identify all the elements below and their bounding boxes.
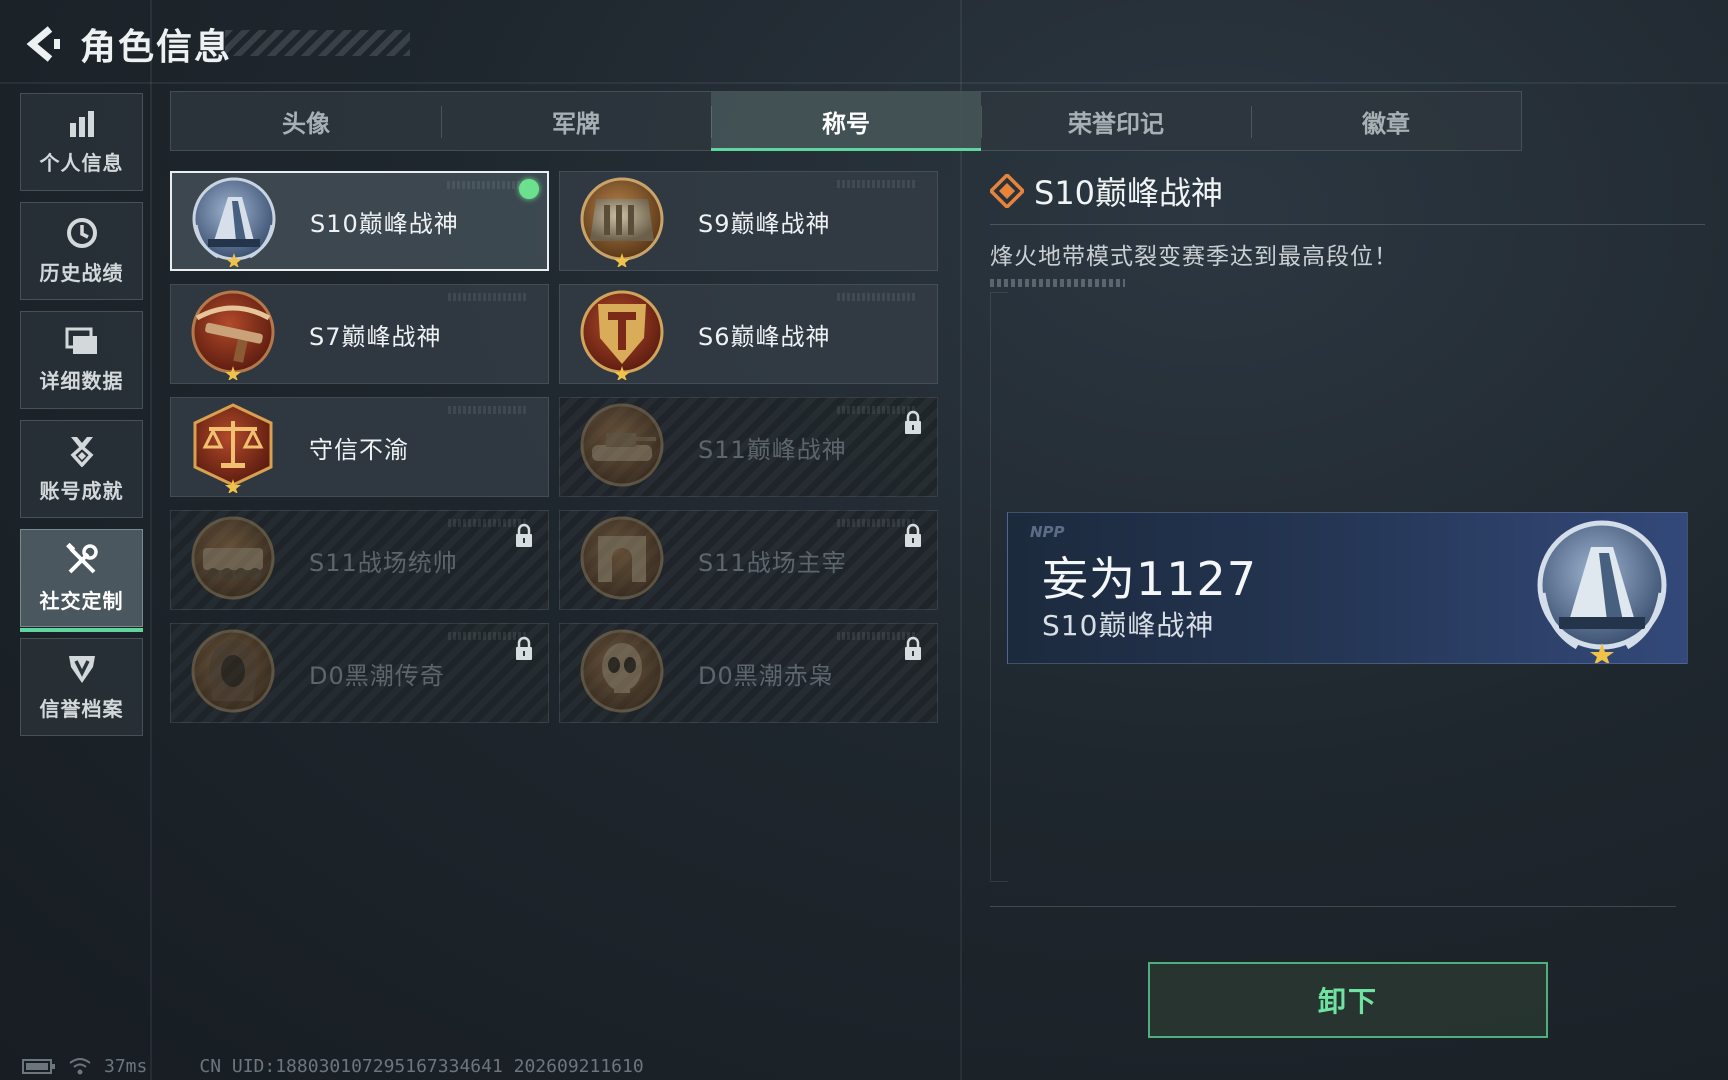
lock-icon [905, 410, 921, 434]
detail-description: 烽火地带模式裂变赛季达到最高段位！ [990, 244, 1398, 270]
title-card-keep-faith[interactable]: 守信不渝 [170, 397, 549, 497]
lock-icon [516, 523, 532, 547]
mountain-emblem-icon [192, 177, 276, 267]
title-card-s9-peak[interactable]: S9巅峰战神 [559, 171, 938, 271]
equipped-indicator [519, 179, 539, 199]
title-grid: S10巅峰战神 S9巅峰战神 S7巅峰战神 S6巅峰战神 守信不渝 S11巅峰战… [170, 171, 938, 723]
sidebar-item-label: 历史战绩 [39, 260, 124, 285]
title-card-s11-commander[interactable]: S11战场统帅 [170, 510, 549, 610]
dam-emblem-icon [580, 177, 664, 267]
title-card-s10-peak[interactable]: S10巅峰战神 [170, 171, 549, 271]
wifi-icon [69, 1058, 91, 1075]
tab-badge[interactable]: 徽章 [1251, 92, 1521, 150]
ping-text: 37ms [104, 1055, 148, 1077]
battery-icon [22, 1059, 55, 1074]
preview-frame [990, 292, 1008, 882]
title-name: S11战场统帅 [309, 548, 458, 577]
category-tabs: 头像 军牌 称号 荣誉印记 徽章 [170, 91, 1522, 151]
sidebar-item-detailed-data[interactable]: 详细数据 [20, 311, 143, 409]
sidebar-item-label: 个人信息 [39, 150, 124, 175]
sidebar: 个人信息 历史战绩 详细数据 账号成就 社交定制 信誉档案 [20, 93, 143, 747]
title-name: S7巅峰战神 [309, 322, 442, 351]
title-card-d0-red-owl[interactable]: D0黑潮赤枭 [559, 623, 938, 723]
hooded-emblem-icon [191, 629, 275, 713]
unequip-button[interactable]: 卸下 [1148, 962, 1548, 1038]
shield-v-icon [68, 655, 95, 683]
tank-emblem-icon [580, 403, 664, 487]
scales-emblem-icon [193, 403, 273, 493]
title-name: S6巅峰战神 [698, 322, 831, 351]
sidebar-item-label: 信誉档案 [39, 696, 124, 721]
sidebar-item-achievements[interactable]: 账号成就 [20, 420, 143, 518]
tab-title[interactable]: 称号 [711, 92, 981, 151]
status-bar: 37ms CN UID:1880301072951673346​41 20260… [22, 1055, 644, 1077]
title-name: S11巅峰战神 [698, 435, 847, 464]
tab-dog-tag[interactable]: 军牌 [441, 92, 711, 150]
tab-honor-mark[interactable]: 荣誉印记 [981, 92, 1251, 150]
title-hatch-decoration [225, 30, 410, 56]
bar-chart-icon [69, 110, 94, 137]
title-card-s11-peak[interactable]: S11巅峰战神 [559, 397, 938, 497]
title-preview-card: NPP 妄为1127 S10巅峰战神 [1007, 512, 1688, 664]
unequip-label: 卸下 [1317, 985, 1378, 1018]
title-name: 守信不渝 [309, 435, 409, 464]
title-detail-panel: S10巅峰战神 烽火地带模式裂变赛季达到最高段位！ [990, 168, 1705, 287]
vehicle-emblem-icon [191, 516, 275, 600]
detail-dots-decoration [990, 279, 1125, 287]
clock-icon [66, 217, 97, 248]
tab-avatar[interactable]: 头像 [171, 92, 441, 150]
title-name: S11战场主宰 [698, 548, 847, 577]
sidebar-item-label: 账号成就 [39, 478, 124, 503]
page-title: 角色信息 [80, 27, 233, 68]
header: 角色信息 [20, 18, 232, 70]
back-button[interactable] [20, 21, 66, 67]
title-name: D0黑潮赤枭 [698, 661, 834, 690]
sidebar-item-label: 社交定制 [39, 588, 124, 613]
diamond-cluster-icon [990, 174, 1024, 208]
title-card-s11-dominator[interactable]: S11战场主宰 [559, 510, 938, 610]
tools-icon [65, 542, 98, 573]
sidebar-item-credit-record[interactable]: 信誉档案 [20, 638, 143, 736]
detail-title: S10巅峰战神 [1034, 174, 1224, 212]
preview-title: S10巅峰战神 [1042, 609, 1215, 642]
skull-emblem-icon [580, 629, 664, 713]
sidebar-item-social-custom[interactable]: 社交定制 [20, 529, 143, 632]
title-card-s7-peak[interactable]: S7巅峰战神 [170, 284, 549, 384]
crossbow-emblem-icon [191, 290, 275, 380]
title-name: S9巅峰战神 [698, 209, 831, 238]
back-arrow-icon [26, 26, 60, 62]
bottom-divider [990, 906, 1676, 907]
mountain-emblem-icon [1537, 520, 1667, 663]
title-card-d0-legend[interactable]: D0黑潮传奇 [170, 623, 549, 723]
shield-t-emblem-icon [580, 290, 664, 380]
sidebar-item-history[interactable]: 历史战绩 [20, 202, 143, 300]
uid-text: CN UID:1880301072951673346​41 2026092116… [199, 1055, 644, 1077]
lock-icon [516, 636, 532, 660]
sidebar-item-personal-info[interactable]: 个人信息 [20, 93, 143, 191]
lock-icon [905, 636, 921, 660]
title-name: S10巅峰战神 [310, 209, 459, 238]
preview-player-name: 妄为1127 [1042, 552, 1258, 606]
folders-icon [65, 327, 97, 354]
lock-icon [905, 523, 921, 547]
sidebar-item-label: 详细数据 [39, 368, 124, 393]
medal-icon [70, 436, 93, 467]
title-name: D0黑潮传奇 [309, 661, 445, 690]
title-card-s6-peak[interactable]: S6巅峰战神 [559, 284, 938, 384]
preview-tag: NPP [1030, 523, 1065, 541]
detail-divider [990, 224, 1705, 225]
arch-emblem-icon [580, 516, 664, 600]
